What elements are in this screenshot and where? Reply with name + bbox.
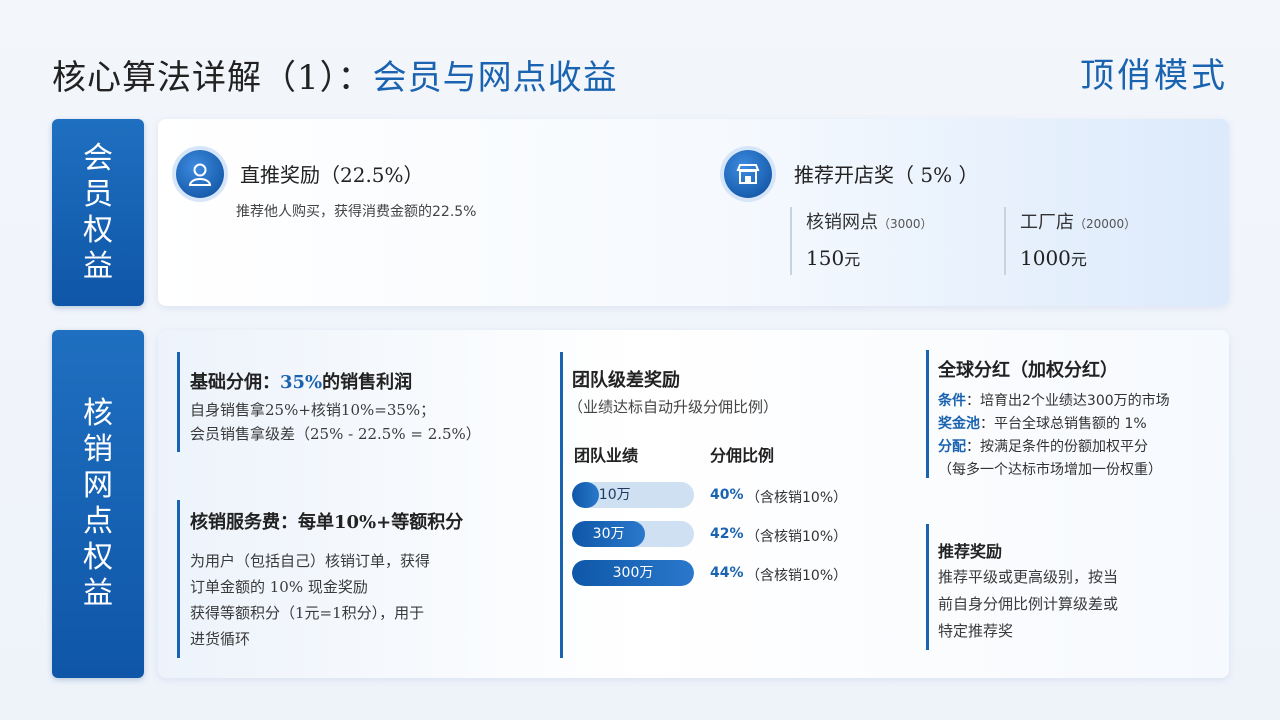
- performance-bar-label: 300万: [612, 565, 654, 581]
- referral-reward-desc: 推荐平级或更高级别，按当 前自身分佣比例计算级差或 特定推荐奖: [938, 568, 1119, 640]
- base-commission-title: 基础分佣：35%的销售利润: [190, 372, 413, 393]
- member-rights-panel: 直推奖励（22.5%） 推荐他人购买，获得消费金额的22.5% 推荐开店奖（ 5…: [158, 119, 1229, 306]
- performance-bar: 30万: [572, 521, 694, 547]
- service-fee-desc: 为用户（包括自己）核销订单，获得 订单金额的 10% 现金奖励 获得等额积分（1…: [190, 552, 431, 648]
- outlet-rights-tab: 核销网点权益: [52, 330, 144, 678]
- section-marker: [560, 352, 563, 658]
- team-bonus-title: 团队级差奖励: [572, 370, 680, 391]
- section-marker: [177, 352, 180, 452]
- service-fee-title: 核销服务费：每单10%+等额积分: [190, 512, 464, 533]
- commission-note: （含核销10%）: [746, 568, 848, 584]
- store-item-label: 核销网点（3000）: [806, 212, 933, 233]
- store-item-label: 工厂店（20000）: [1020, 212, 1137, 233]
- team-performance-header: 团队业绩: [574, 446, 639, 465]
- outlet-rights-panel: 基础分佣：35%的销售利润 自身销售拿25%+核销10%=35%； 会员销售拿级…: [158, 330, 1229, 678]
- store-item-value: 1000元: [1020, 246, 1087, 270]
- title-accent: 会员与网点收益: [372, 58, 618, 98]
- commission-ratio-header: 分佣比例: [710, 446, 775, 465]
- base-commission-desc: 自身销售拿25%+核销10%=35%； 会员销售拿级差（25% - 22.5% …: [190, 401, 481, 443]
- member-rights-tab: 会员权益: [52, 119, 144, 306]
- commission-note: （含核销10%）: [746, 490, 848, 506]
- direct-referral-title: 直推奖励（22.5%）: [240, 163, 424, 187]
- performance-bar: 300万: [572, 560, 694, 586]
- commission-note: （含核销10%）: [746, 529, 848, 545]
- commission-percent: 42%: [710, 526, 744, 542]
- store-referral-title: 推荐开店奖（ 5% ）: [794, 163, 979, 187]
- section-marker: [926, 524, 929, 650]
- referral-reward-title: 推荐奖励: [938, 542, 1003, 561]
- outlet-tab-label: 核销网点权益: [83, 396, 113, 611]
- user-icon: [176, 150, 224, 198]
- section-marker: [177, 500, 180, 658]
- divider: [1004, 207, 1006, 275]
- page-title: 核心算法详解（1）：会员与网点收益: [52, 50, 618, 99]
- global-dividend-title: 全球分红（加权分红）: [938, 360, 1118, 381]
- global-dividend-desc: 条件：培育出2个业绩达300万的市场 奖金池：平台全球总销售额的 1% 分配：按…: [938, 393, 1170, 478]
- commission-percent: 44%: [710, 565, 744, 581]
- store-icon: [724, 150, 772, 198]
- performance-bar: 10万: [572, 482, 694, 508]
- member-tab-label: 会员权益: [83, 140, 113, 284]
- title-prefix: 核心算法详解（1）：: [52, 58, 373, 98]
- performance-bar-label: 30万: [592, 526, 625, 542]
- divider: [790, 207, 792, 275]
- team-bonus-subtitle: （业绩达标自动升级分佣比例）: [568, 398, 779, 416]
- commission-percent: 40%: [710, 487, 744, 503]
- direct-referral-desc: 推荐他人购买，获得消费金额的22.5%: [236, 204, 477, 220]
- brand-logo: 顶俏模式: [1080, 56, 1228, 96]
- section-marker: [926, 350, 929, 478]
- performance-bar-label: 10万: [598, 487, 631, 503]
- store-item-value: 150元: [806, 246, 861, 270]
